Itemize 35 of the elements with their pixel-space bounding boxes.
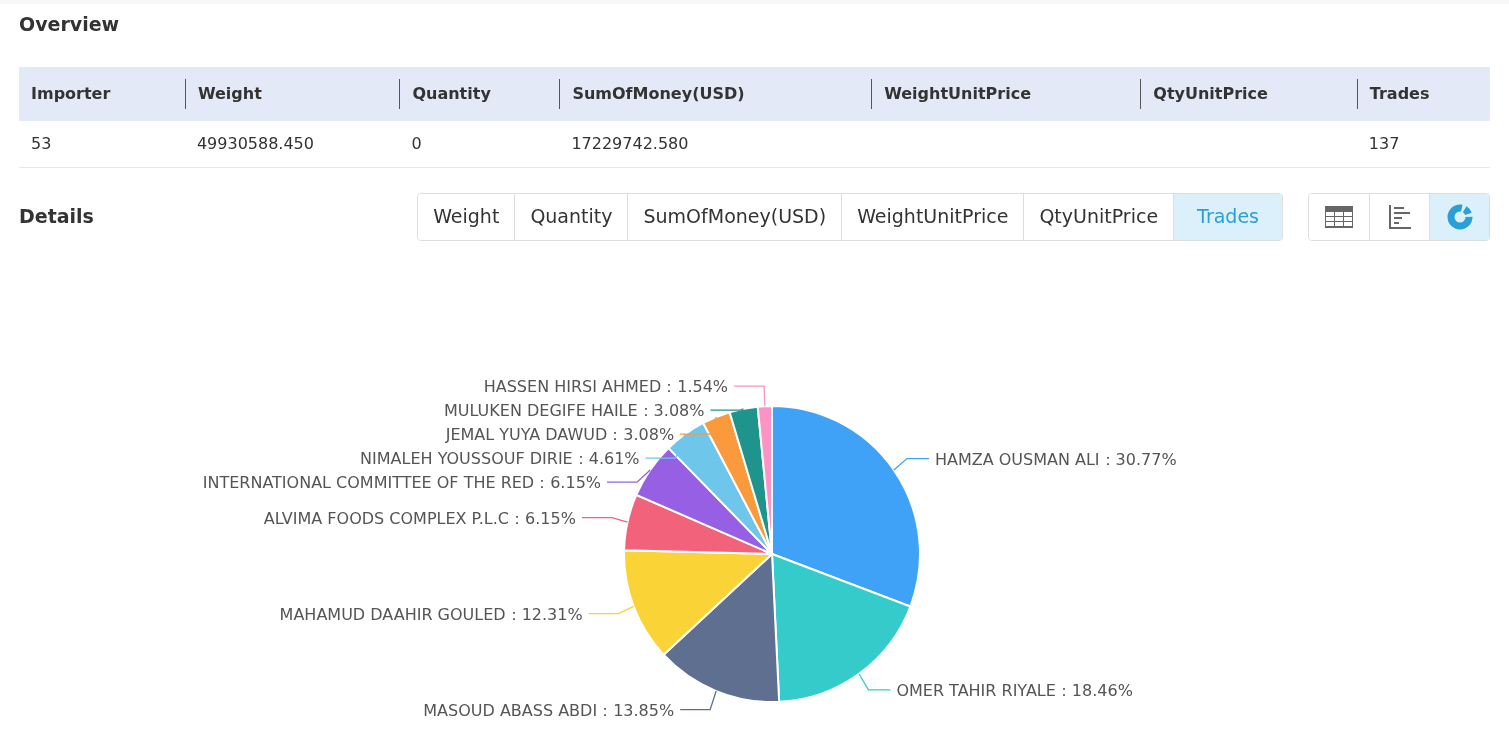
leader-line	[606, 468, 651, 483]
slice-label: JEMAL YUYA DAWUD：3.08%	[445, 424, 675, 444]
table-cell: 49930588.450	[196, 133, 314, 153]
table-cell: 0	[411, 133, 422, 153]
slice-label: HAMZA OUSMAN ALI：30.77%	[934, 449, 1177, 469]
overview-title: Overview	[19, 12, 120, 37]
column-header: SumOfMoney(USD)	[572, 82, 745, 105]
leader-line	[679, 689, 717, 710]
column-header: Importer	[31, 82, 111, 105]
slice-label: MULUKEN DEGIFE HAILE：3.08%	[443, 400, 705, 420]
column-header: Trades	[1369, 82, 1430, 105]
bar-chart-icon	[1388, 204, 1411, 229]
slice-label: MASOUD ABASS ABDI：13.85%	[423, 700, 675, 720]
slice-label: ALVIMA FOODS COMPLEX P.L.C：6.15%	[263, 508, 576, 528]
slice-label: NIMALEH YOUSSOUF DIRIE：4.61%	[360, 448, 640, 468]
column-header: QtyUnitPrice	[1153, 82, 1268, 105]
leader-line	[581, 516, 629, 523]
column-header: WeightUnitPrice	[884, 82, 1032, 105]
details-title: Details	[19, 204, 94, 230]
leader-line	[858, 672, 892, 691]
slice-label: HASSEN HIRSI AHMED：1.54%	[483, 376, 729, 396]
donut-chart-icon	[1446, 203, 1473, 230]
table-cell: 53	[31, 133, 52, 153]
leader-line	[588, 605, 635, 614]
slice-label: INTERNATIONAL COMMITTEE OF THE RED：6.15%	[202, 472, 602, 492]
table-icon	[1325, 205, 1353, 228]
column-header: Weight	[197, 82, 262, 105]
slice-label: OMER TAHIR RIYALE：18.46%	[896, 680, 1133, 700]
column-header: Quantity	[412, 82, 491, 105]
view-toggle[interactable]	[1429, 193, 1489, 240]
leader-line	[893, 457, 930, 471]
slice-label: MAHAMUD DAAHIR GOULED：12.31%	[279, 604, 583, 624]
table-cell: 137	[1368, 133, 1400, 153]
table-cell: 17229742.580	[571, 133, 689, 153]
leader-line	[679, 415, 717, 435]
